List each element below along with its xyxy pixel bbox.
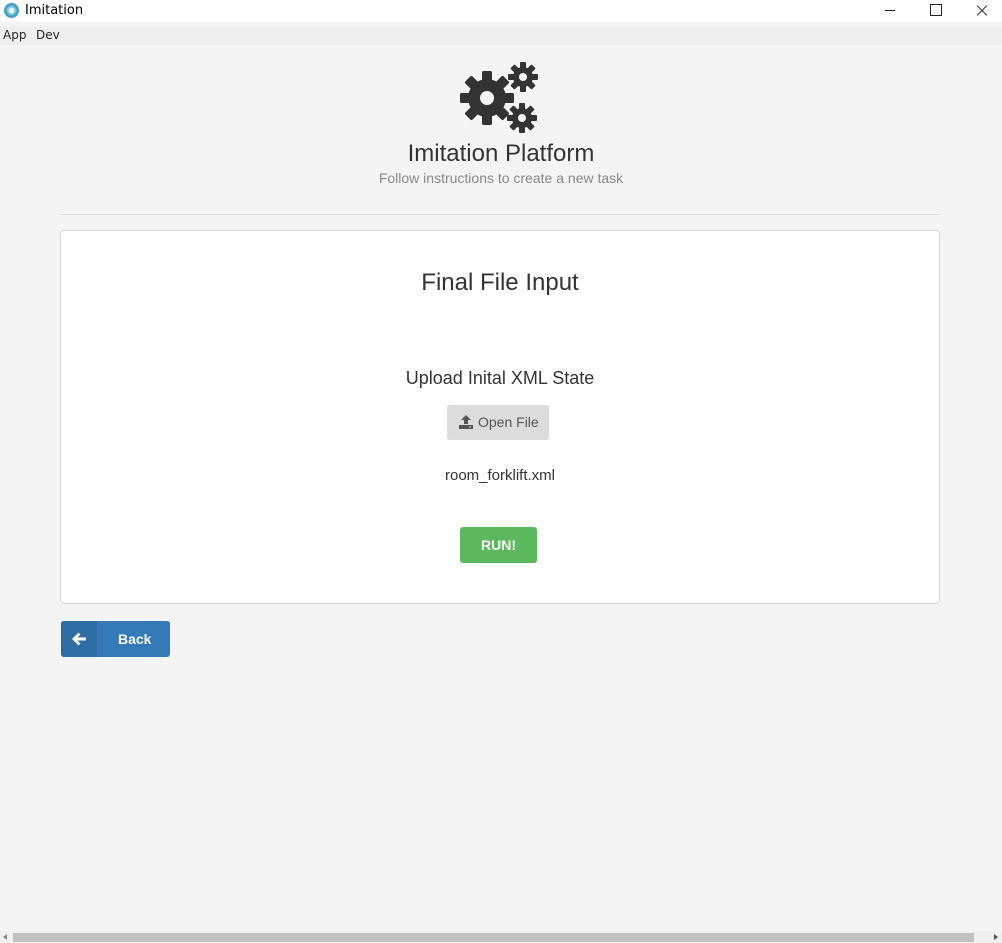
header-divider [60, 214, 940, 215]
page-title: Imitation Platform [407, 140, 595, 167]
open-file-label: Open File [478, 414, 539, 430]
scroll-left-icon[interactable] [3, 934, 7, 940]
minimize-icon[interactable] [866, 0, 912, 22]
upload-icon [459, 415, 473, 429]
scroll-right-icon[interactable] [994, 934, 998, 940]
horizontal-scrollbar[interactable] [0, 931, 1002, 943]
close-icon[interactable] [958, 0, 1002, 22]
back-icon-container [61, 621, 97, 657]
run-button[interactable]: RUN! [460, 527, 537, 563]
scrollbar-thumb[interactable] [13, 933, 974, 942]
imitation-app-icon [4, 3, 19, 18]
gears-icon [460, 62, 538, 133]
window-title: Imitation [25, 3, 84, 18]
back-button[interactable]: Back [61, 621, 170, 657]
open-file-button[interactable]: Open File [447, 405, 549, 440]
window-titlebar[interactable]: Imitation [0, 0, 1002, 22]
maximize-icon[interactable] [912, 0, 958, 22]
menu-item-app[interactable]: App [3, 28, 26, 42]
card-title: Final File Input [421, 269, 579, 296]
upload-label: Upload Inital XML State [405, 368, 595, 388]
page-subtitle: Follow instructions to create a new task [378, 170, 624, 186]
menu-bar: App Dev [0, 26, 1002, 45]
menu-item-dev[interactable]: Dev [36, 28, 60, 42]
arrow-left-icon [72, 632, 86, 646]
selected-filename: room_forklift.xml [444, 467, 556, 484]
back-label: Back [118, 631, 152, 647]
file-input-card: Final File Input Upload Inital XML State… [60, 230, 940, 604]
